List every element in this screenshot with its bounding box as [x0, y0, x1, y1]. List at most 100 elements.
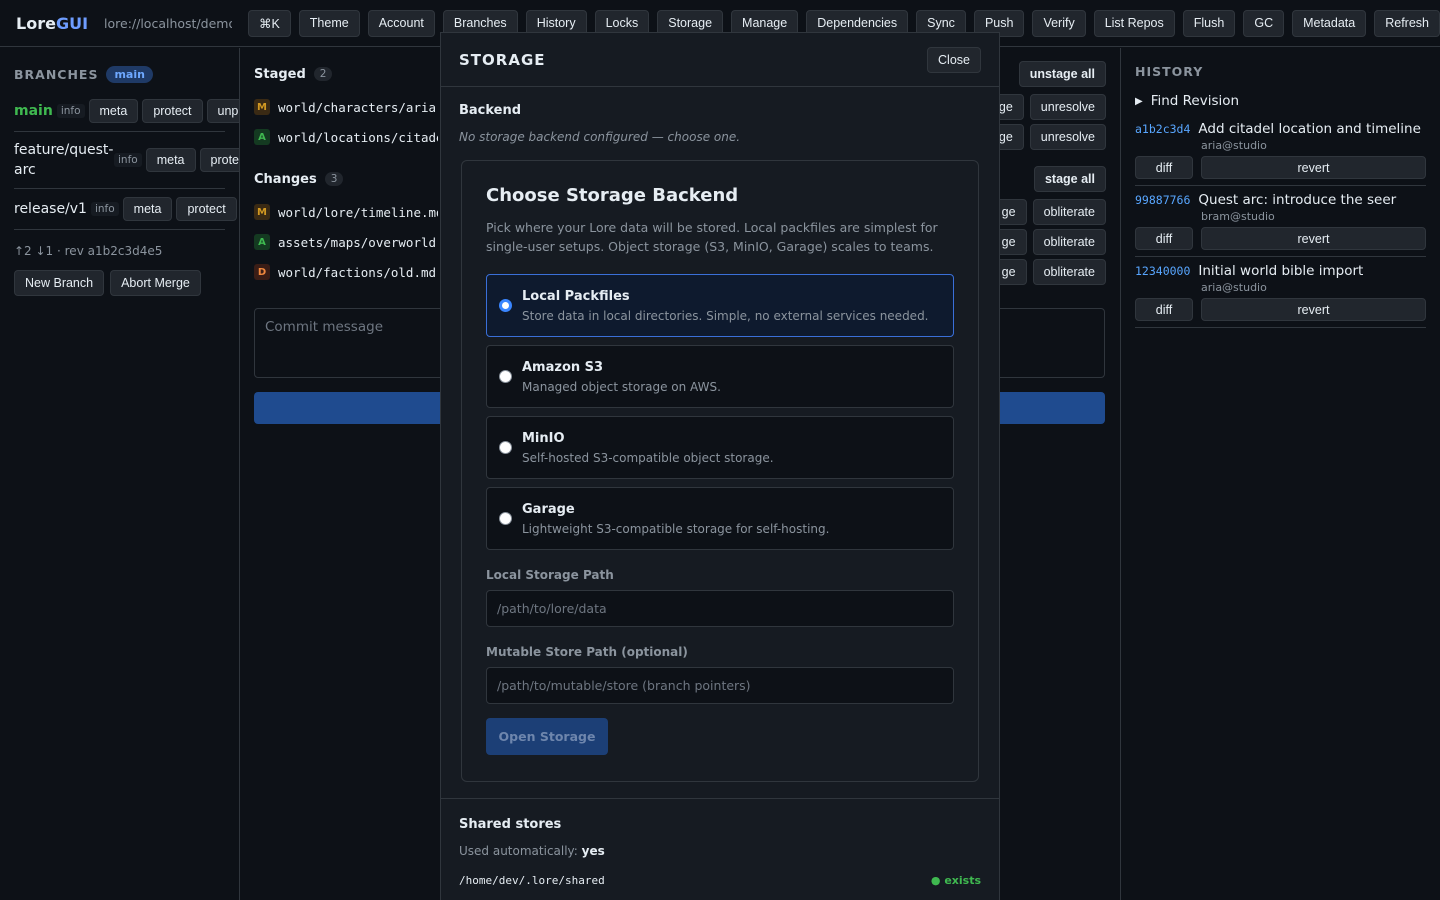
backend-option-local[interactable]: Local Packfiles Store data in local dire…: [486, 274, 954, 337]
radio-icon[interactable]: [499, 441, 512, 454]
local-path-label: Local Storage Path: [486, 568, 614, 582]
branch-name[interactable]: release/v1: [14, 201, 87, 217]
branches-panel: BRANCHES main main info meta protect unp…: [0, 48, 240, 900]
shared-used-prefix: Used automatically:: [459, 844, 582, 858]
refresh-button[interactable]: Refresh: [1374, 9, 1440, 37]
card-description: Pick where your Lore data will be stored…: [486, 220, 938, 254]
branch-info-tag[interactable]: info: [90, 202, 119, 216]
branch-info-tag[interactable]: info: [114, 153, 142, 167]
revision-status: ↑2 ↓1 · rev a1b2c3d4e5: [14, 244, 163, 258]
local-path-input[interactable]: /path/to/lore/data: [486, 590, 954, 627]
file-path[interactable]: world/characters/aria.md: [278, 100, 438, 115]
open-storage-button[interactable]: Open Storage: [486, 718, 608, 755]
stage-all-button[interactable]: stage all: [1033, 166, 1106, 192]
status-badge: M: [254, 99, 270, 115]
unresolve-button[interactable]: unresolve: [1029, 124, 1106, 150]
list-repos-button[interactable]: List Repos: [1093, 9, 1175, 37]
status-badge: M: [254, 204, 270, 220]
current-branch-pill: main: [106, 66, 153, 83]
branch-protect-button[interactable]: protect: [199, 148, 239, 172]
revert-button[interactable]: revert: [1201, 298, 1426, 321]
branch-info-tag[interactable]: info: [56, 104, 85, 118]
verify-button[interactable]: Verify: [1032, 9, 1086, 37]
file-path[interactable]: assets/maps/overworld.png: [278, 235, 438, 250]
option-description: Lightweight S3-compatible storage for se…: [522, 521, 830, 536]
new-branch-button[interactable]: New Branch: [14, 270, 105, 296]
branch-row-feature[interactable]: feature/quest-arc info meta protect: [14, 132, 239, 189]
branch-meta-button[interactable]: meta: [88, 99, 139, 123]
commit-hash[interactable]: 99887766: [1135, 193, 1190, 207]
commit-message: Quest arc: introduce the seer: [1198, 192, 1397, 208]
status-badge: A: [254, 234, 270, 250]
branch-name[interactable]: feature/quest-arc: [14, 140, 113, 180]
option-name: Garage: [522, 501, 575, 517]
file-path[interactable]: world/factions/old.md: [278, 265, 438, 280]
commit-row[interactable]: a1b2c3d4 Add citadel location and timeli…: [1135, 115, 1426, 186]
commit-author: bram@studio: [1201, 210, 1275, 223]
commit-hash[interactable]: a1b2c3d4: [1135, 122, 1190, 136]
backend-option-garage[interactable]: Garage Lightweight S3-compatible storage…: [486, 487, 954, 550]
close-button[interactable]: Close: [927, 46, 981, 73]
metadata-button[interactable]: Metadata: [1292, 9, 1367, 37]
gc-button[interactable]: GC: [1243, 9, 1285, 37]
option-name: MinIO: [522, 430, 565, 446]
account-button[interactable]: Account: [367, 9, 435, 37]
radio-icon[interactable]: [499, 512, 512, 525]
backend-chooser-card: Choose Storage Backend Pick where your L…: [461, 160, 979, 782]
app-logo: LoreGUI: [16, 14, 88, 33]
obliterate-button[interactable]: obliterate: [1032, 259, 1106, 285]
diff-button[interactable]: diff: [1135, 156, 1193, 179]
unresolve-button[interactable]: unresolve: [1029, 94, 1106, 120]
backend-label: Backend: [459, 103, 522, 118]
find-revision-toggle[interactable]: ▶ Find Revision: [1135, 93, 1426, 109]
obliterate-button[interactable]: obliterate: [1032, 229, 1106, 255]
option-description: Managed object storage on AWS.: [522, 379, 721, 394]
flush-button[interactable]: Flush: [1182, 9, 1236, 37]
diff-button[interactable]: diff: [1135, 298, 1193, 321]
file-path[interactable]: world/lore/timeline.md: [278, 205, 438, 220]
command-palette-button[interactable]: ⌘K: [247, 9, 291, 37]
radio-selected-icon[interactable]: [499, 299, 512, 312]
branch-protect-button[interactable]: protect: [176, 197, 237, 221]
commit-author: aria@studio: [1201, 139, 1267, 152]
branch-meta-button[interactable]: meta: [122, 197, 173, 221]
history-title: HISTORY: [1135, 64, 1204, 79]
file-path[interactable]: world/locations/citadel.md: [278, 130, 438, 145]
caret-right-icon: ▶: [1135, 95, 1143, 107]
option-name: Local Packfiles: [522, 288, 630, 304]
branch-row-main[interactable]: main info meta protect unprote: [14, 91, 239, 132]
backend-option-minio[interactable]: MinIO Self-hosted S3-compatible object s…: [486, 416, 954, 479]
shared-stores-section: Shared stores Used automatically: yes /h…: [441, 798, 999, 900]
option-name: Amazon S3: [522, 359, 604, 375]
branch-protect-button[interactable]: protect: [142, 99, 203, 123]
status-badge: A: [254, 129, 270, 145]
unstage-all-button[interactable]: unstage all: [1018, 61, 1106, 87]
revert-button[interactable]: revert: [1201, 156, 1426, 179]
theme-button[interactable]: Theme: [298, 9, 360, 37]
branch-meta-button[interactable]: meta: [145, 148, 196, 172]
branch-unprotect-button[interactable]: unprote: [206, 99, 239, 123]
radio-icon[interactable]: [499, 370, 512, 383]
commit-hash[interactable]: 12340000: [1135, 264, 1190, 278]
changes-title: Changes: [254, 171, 317, 187]
storage-modal: STORAGE Close Backend No storage backend…: [440, 32, 1000, 900]
brand-accent: GUI: [55, 13, 89, 33]
mutable-path-label: Mutable Store Path (optional): [486, 645, 688, 659]
branch-row-release[interactable]: release/v1 info meta protect ur: [14, 189, 237, 230]
status-badge: D: [254, 264, 270, 280]
commit-row[interactable]: 99887766 Quest arc: introduce the seer b…: [1135, 186, 1426, 257]
backend-hint: No storage backend configured — choose o…: [459, 130, 741, 144]
shared-path: /home/dev/.lore/shared: [459, 874, 605, 887]
obliterate-button[interactable]: obliterate: [1032, 199, 1106, 225]
revert-button[interactable]: revert: [1201, 227, 1426, 250]
repo-url: lore://localhost/demo-w...: [104, 15, 232, 31]
staged-title: Staged: [254, 66, 306, 82]
backend-option-s3[interactable]: Amazon S3 Managed object storage on AWS.: [486, 345, 954, 408]
shared-title: Shared stores: [459, 817, 562, 832]
mutable-path-input[interactable]: /path/to/mutable/store (branch pointers): [486, 667, 954, 704]
abort-merge-button[interactable]: Abort Merge: [110, 270, 201, 296]
diff-button[interactable]: diff: [1135, 227, 1193, 250]
commit-row[interactable]: 12340000 Initial world bible import aria…: [1135, 257, 1426, 328]
shared-status: ● exists: [930, 874, 981, 887]
branch-name[interactable]: main: [14, 103, 53, 119]
